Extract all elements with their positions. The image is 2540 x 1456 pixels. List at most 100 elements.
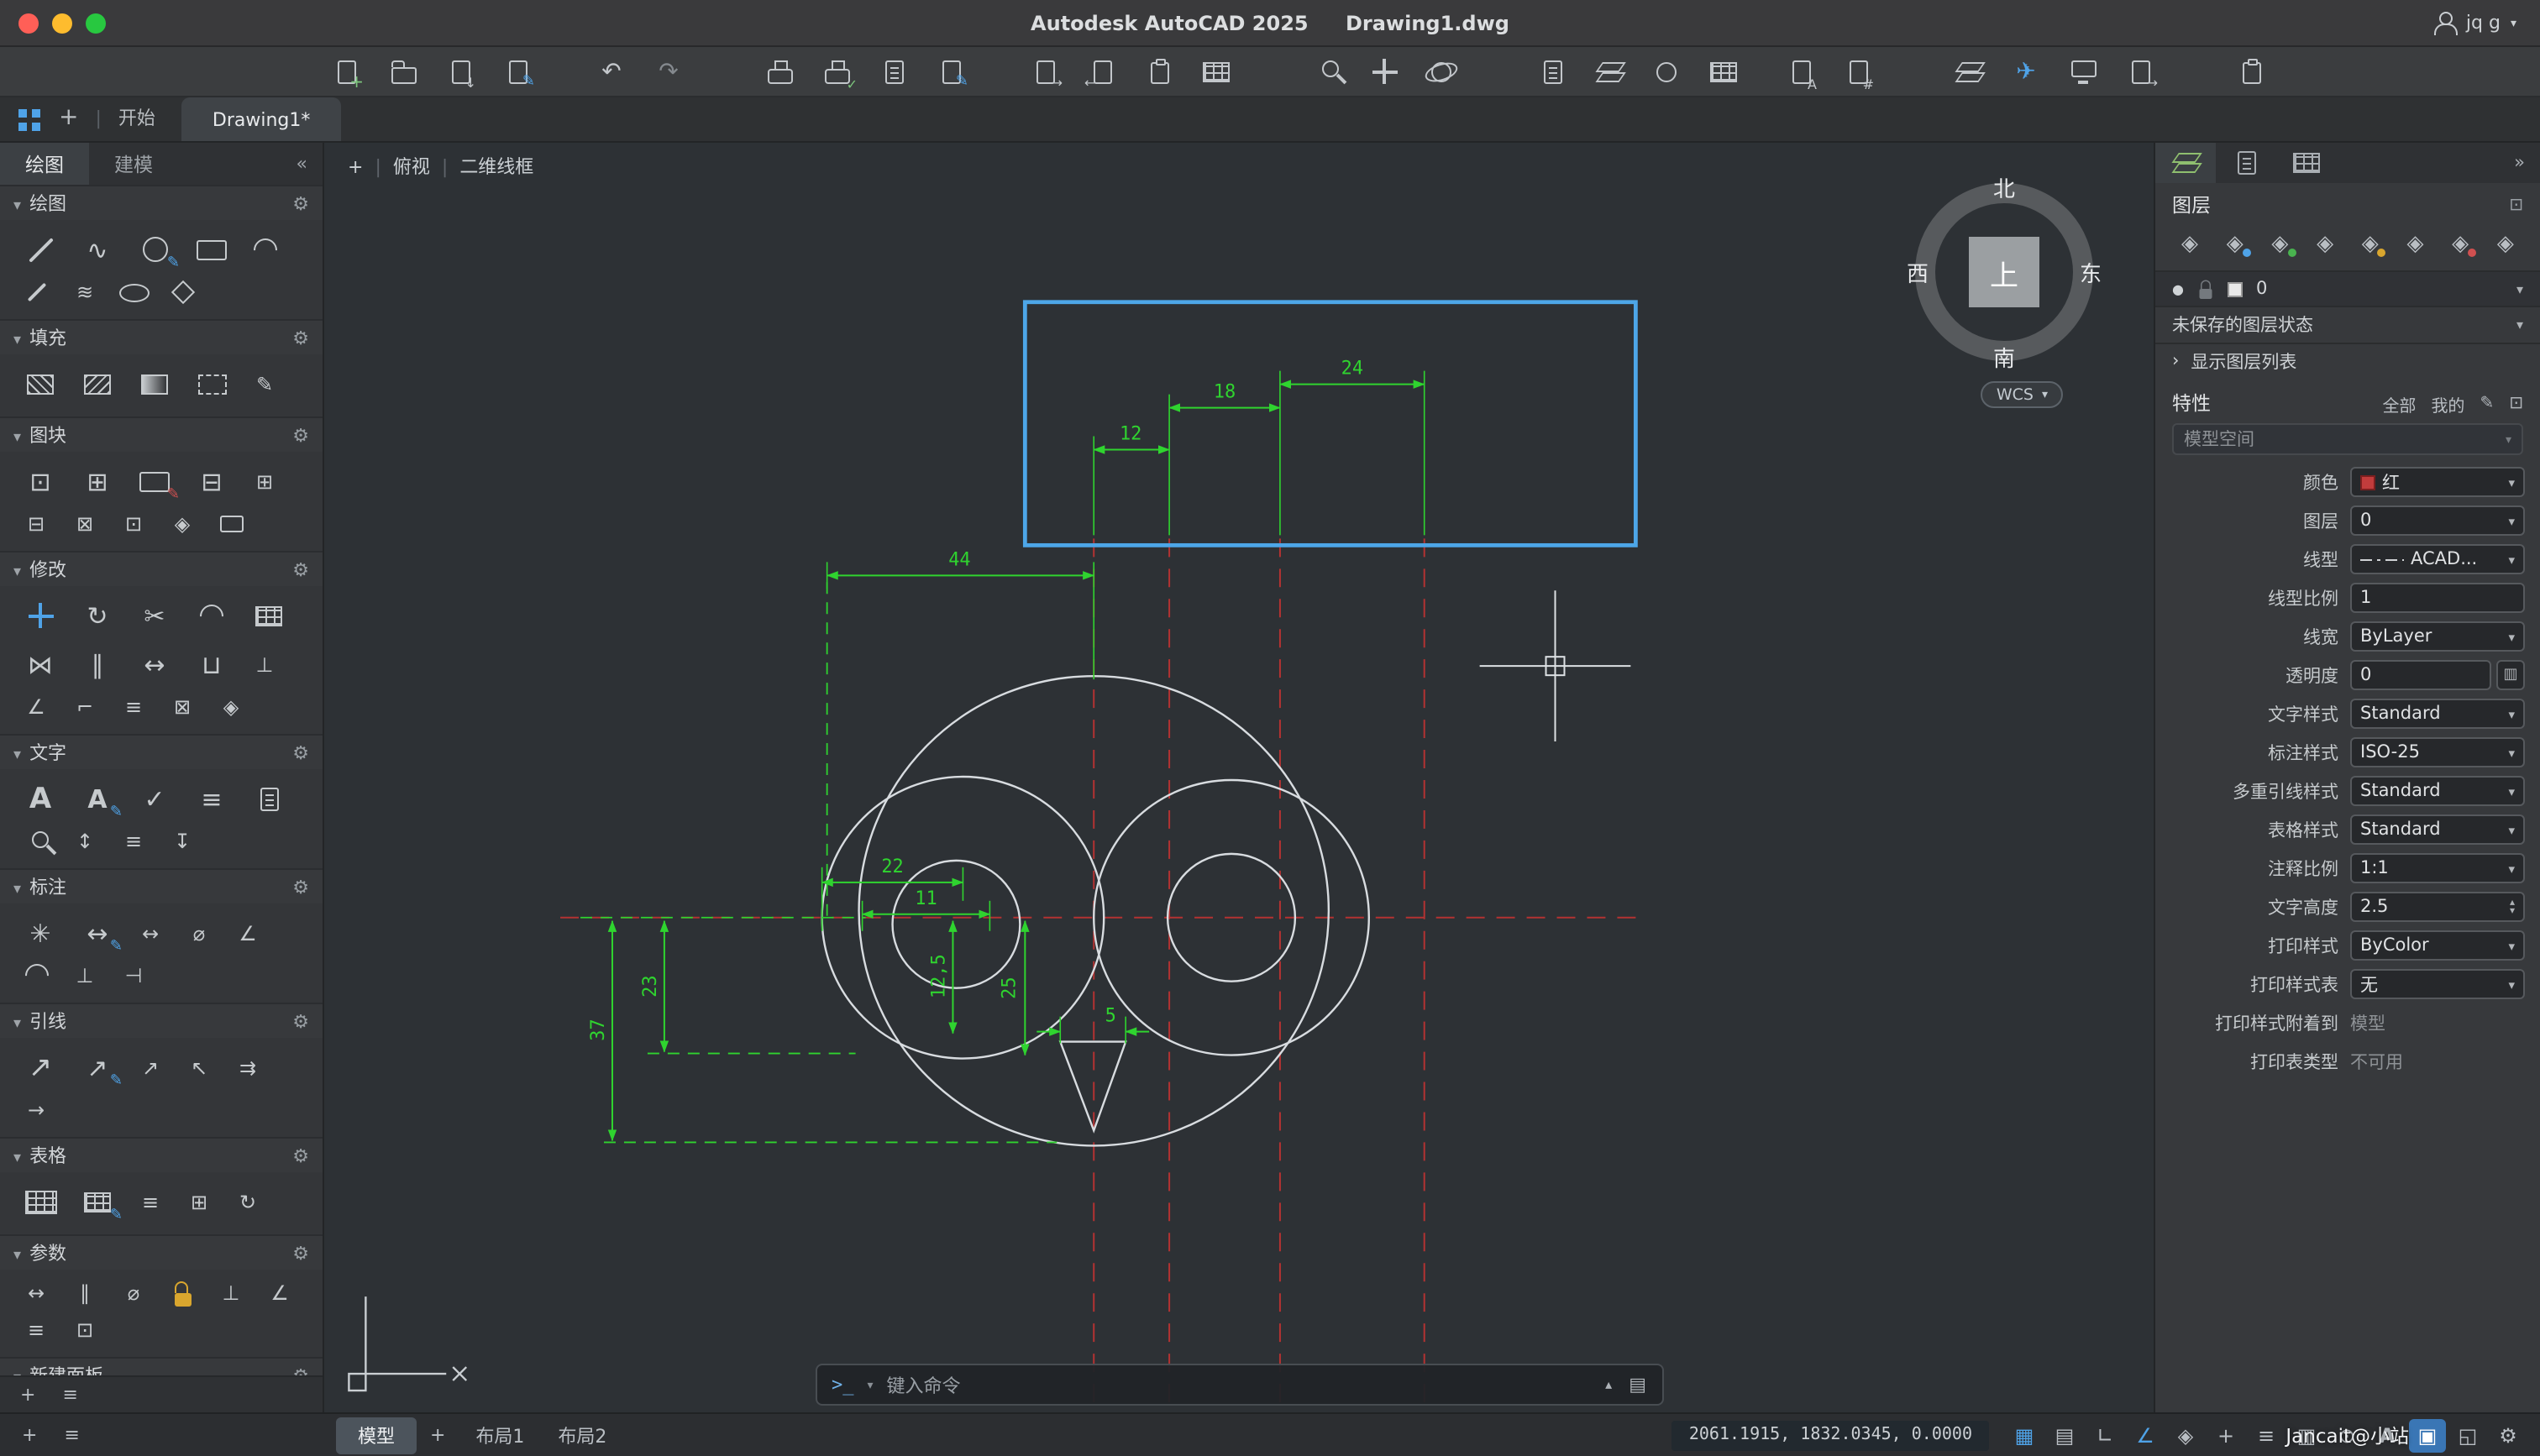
insert-block-tool-icon[interactable] xyxy=(12,457,69,505)
linear-dim-tool-icon[interactable] xyxy=(126,914,175,951)
section-header-new-panel[interactable]: 新建面板 xyxy=(0,1357,323,1375)
modify-tool-icon[interactable] xyxy=(158,689,207,725)
layer-state-dropdown[interactable]: 未保存的图层状态 xyxy=(2155,307,2540,344)
annotation-scale-icon[interactable] xyxy=(2409,1418,2446,1452)
object-snap-tracking-icon[interactable] xyxy=(2207,1418,2244,1452)
text-style-button[interactable] xyxy=(1779,53,1823,92)
section-collapse-icon[interactable] xyxy=(13,741,21,763)
lock-constraint-tool-icon[interactable] xyxy=(158,1275,207,1312)
section-gear-icon[interactable] xyxy=(292,424,309,446)
section-gear-icon[interactable] xyxy=(292,327,309,348)
diameter-constraint-tool-icon[interactable] xyxy=(109,1275,158,1312)
zoom-window-button[interactable] xyxy=(1305,53,1349,90)
section-header-table[interactable]: 表格 xyxy=(0,1137,323,1172)
angular-constraint-tool-icon[interactable] xyxy=(255,1275,304,1312)
layer-tool-icon[interactable] xyxy=(2169,227,2211,260)
rotate-tool-icon[interactable] xyxy=(69,591,126,640)
layer-tool-icon[interactable] xyxy=(2394,227,2436,260)
section-header-dimension[interactable]: 标注 xyxy=(0,868,323,903)
transparency-input[interactable]: 0 xyxy=(2350,660,2491,691)
section-collapse-icon[interactable] xyxy=(13,558,21,580)
undo-button[interactable] xyxy=(590,53,633,90)
new-layout-button[interactable] xyxy=(417,1424,459,1446)
viewcube-west[interactable]: 西 xyxy=(1907,256,1929,288)
plot-preview-button[interactable] xyxy=(872,53,916,90)
lineweight-display-icon[interactable] xyxy=(2248,1418,2285,1452)
linetype-select[interactable]: ACAD... xyxy=(2350,544,2525,575)
update-table-tool-icon[interactable] xyxy=(223,1183,272,1220)
layout1-tab[interactable]: 布局1 xyxy=(459,1417,541,1453)
text-justify-tool-icon[interactable] xyxy=(183,774,240,823)
section-gear-icon[interactable] xyxy=(292,876,309,898)
ortho-mode-icon[interactable] xyxy=(2086,1418,2123,1452)
stretch-tool-icon[interactable] xyxy=(126,640,183,689)
layer-tool-icon[interactable] xyxy=(2304,227,2346,260)
properties-panel-icon[interactable] xyxy=(2509,394,2523,412)
layer-list-button[interactable] xyxy=(1530,53,1574,90)
array-toolbar-button[interactable] xyxy=(1702,53,1745,90)
layer-tool-icon[interactable] xyxy=(2439,227,2481,260)
modify-tool-icon[interactable] xyxy=(12,689,60,725)
share-drawing-button[interactable] xyxy=(2004,53,2048,90)
multiline-tool-icon[interactable] xyxy=(60,274,109,311)
clipboard-button[interactable] xyxy=(2229,53,2273,90)
text-height-stepper[interactable] xyxy=(2510,898,2515,917)
save-button[interactable] xyxy=(438,53,482,90)
table-style-tool-icon[interactable] xyxy=(126,1183,175,1220)
model-tab[interactable]: 模型 xyxy=(336,1417,417,1453)
block-tool-icon[interactable] xyxy=(207,505,255,542)
layout2-tab[interactable]: 布局2 xyxy=(541,1417,623,1453)
fillet-tool-icon[interactable] xyxy=(183,591,240,640)
layer-color-swatch[interactable] xyxy=(2227,281,2243,296)
layer-tool-icon[interactable] xyxy=(2259,227,2301,260)
color-select[interactable]: 红 xyxy=(2350,467,2525,498)
perpendicular-constraint-tool-icon[interactable] xyxy=(207,1275,255,1312)
section-gear-icon[interactable] xyxy=(292,1010,309,1032)
account-menu[interactable]: jq g xyxy=(2434,12,2540,35)
properties-filter-all[interactable]: 全部 xyxy=(2382,390,2416,416)
layer-lock-icon[interactable] xyxy=(2199,279,2212,298)
layer-tool-icon[interactable] xyxy=(2214,227,2256,260)
section-header-draw[interactable]: 绘图 xyxy=(0,185,323,220)
remove-leader-tool-icon[interactable] xyxy=(175,1049,223,1086)
ellipse-tool-icon[interactable] xyxy=(109,274,158,311)
pan-button[interactable] xyxy=(1362,53,1406,90)
section-collapse-icon[interactable] xyxy=(13,1010,21,1032)
layer-select[interactable]: 0 xyxy=(2350,505,2525,537)
etransmit-button[interactable] xyxy=(1023,53,1067,90)
section-header-parametric[interactable]: 参数 xyxy=(0,1234,323,1270)
block-tool-icon[interactable] xyxy=(60,505,109,542)
section-collapse-icon[interactable] xyxy=(13,424,21,446)
text-style-select[interactable]: Standard xyxy=(2350,699,2525,730)
section-collapse-icon[interactable] xyxy=(13,327,21,348)
equal-constraint-tool-icon[interactable] xyxy=(12,1312,60,1349)
layer-states-button[interactable] xyxy=(1588,53,1631,90)
paste-button[interactable] xyxy=(1137,53,1181,90)
grid-display-icon[interactable] xyxy=(2006,1418,2043,1452)
show-layer-list-toggle[interactable]: 显示图层列表 xyxy=(2155,344,2540,378)
wcs-dropdown[interactable]: WCS xyxy=(1981,381,2063,408)
plot-style-select[interactable]: ByColor xyxy=(2350,930,2525,961)
layer-tool-icon[interactable] xyxy=(2349,227,2391,260)
array-tool-icon[interactable] xyxy=(240,591,297,640)
dimension-edit-tool-icon[interactable] xyxy=(69,909,126,957)
section-gear-icon[interactable] xyxy=(292,1144,309,1166)
angular-dim-tool-icon[interactable] xyxy=(223,914,272,951)
display-settings-button[interactable] xyxy=(2061,53,2105,90)
tab-start[interactable]: 开始 xyxy=(118,104,155,131)
command-history-caret[interactable] xyxy=(868,1378,874,1391)
current-layer-row[interactable]: 0 xyxy=(2155,270,2540,307)
section-collapse-icon[interactable] xyxy=(13,1242,21,1264)
dimension-tool-icon[interactable] xyxy=(12,909,69,957)
text-scale-tool-icon[interactable] xyxy=(60,823,109,860)
viewport-visual-style-control[interactable]: 二维线框 xyxy=(459,153,533,180)
new-drawing-button[interactable] xyxy=(324,53,368,92)
viewport-menu-button[interactable]: + xyxy=(348,155,363,177)
space-selector[interactable]: 模型空间 xyxy=(2172,423,2523,455)
edit-table-tool-icon[interactable] xyxy=(69,1177,126,1226)
spell-check-tool-icon[interactable] xyxy=(126,774,183,823)
maximize-window-button[interactable] xyxy=(86,13,106,33)
insert-row-tool-icon[interactable] xyxy=(175,1183,223,1220)
layers-panel-options-icon[interactable] xyxy=(2509,196,2523,214)
continue-dim-tool-icon[interactable] xyxy=(109,957,158,994)
